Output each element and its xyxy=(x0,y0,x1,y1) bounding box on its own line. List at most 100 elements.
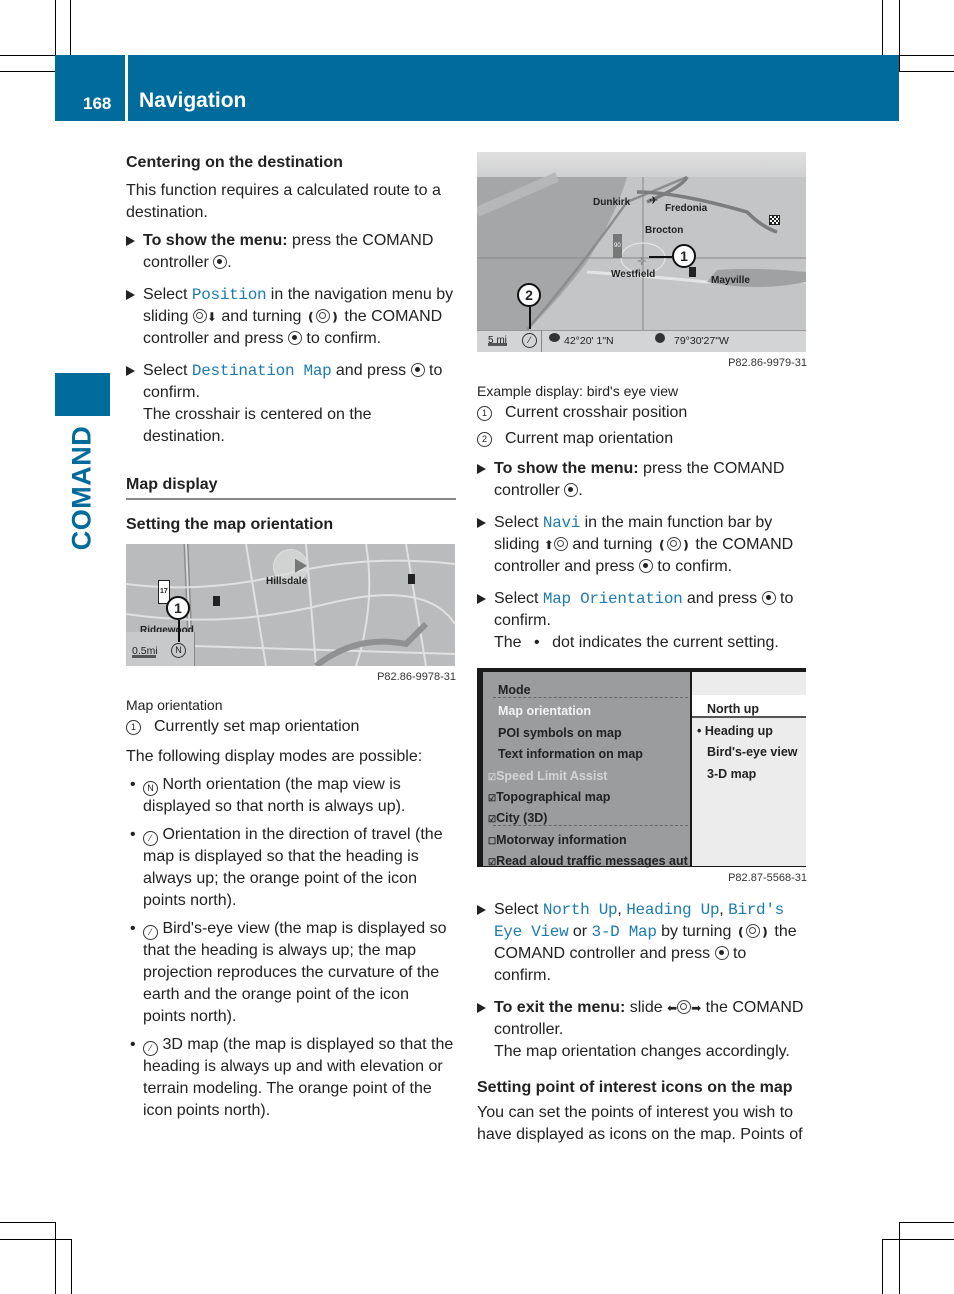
poi-text: You can set the points of interest you w… xyxy=(477,1104,803,1143)
controller-press-icon xyxy=(564,483,579,497)
mode-item: • ⁄ Bird's-eye view (the map is displayed… xyxy=(130,920,447,1025)
mode-item: • ⁄ 3D map (the map is displayed so that … xyxy=(130,1036,454,1119)
step-show-menu: To show the menu: press the COMAND contr… xyxy=(477,458,807,502)
menu-item-read-aloud-traffic[interactable]: ☑Read aloud traffic messages aut xyxy=(488,850,688,873)
option-code-north-up: North Up xyxy=(542,901,618,919)
selected-dot-icon: • xyxy=(697,724,705,738)
option-heading-up[interactable]: • Heading up xyxy=(697,720,773,742)
step-result-note: The crosshair is centered on the destina… xyxy=(143,406,372,445)
controller-turn-icon xyxy=(666,537,681,551)
menu-item-map-orientation[interactable]: Map orientation xyxy=(498,700,591,722)
latitude-readout: 42°20' 1"N xyxy=(564,335,614,347)
step-select-map-orientation: Select Map Orientation and press to conf… xyxy=(477,588,807,654)
menu-item-text-information[interactable]: Text information on map xyxy=(498,743,643,765)
figure-caption: Example display: bird's eye view xyxy=(477,383,679,399)
step-select-navi: Select Navi in the main function bar by … xyxy=(477,512,807,578)
turn-left-icon: ❪ xyxy=(305,310,316,324)
heading-map-display: Map display xyxy=(126,474,456,500)
menu-divider xyxy=(493,825,688,826)
option-3d-map[interactable]: 3-D map xyxy=(707,763,756,785)
crop-mark xyxy=(899,55,954,56)
turn-right-icon: ❫ xyxy=(329,310,340,324)
arrow-up-icon: ⬆ xyxy=(543,538,554,552)
callout-2: 2 xyxy=(517,283,541,307)
centering-intro: This function requires a calculated rout… xyxy=(126,182,441,221)
menu-item-position: Position xyxy=(191,286,267,304)
latitude-icon xyxy=(549,333,560,342)
callout-1: 1 xyxy=(672,244,696,268)
option-birdseye-view[interactable]: Bird's-eye view xyxy=(707,741,798,763)
callout-line xyxy=(178,620,180,642)
callout-line xyxy=(529,307,531,329)
option-code-3d-map: 3-D Map xyxy=(591,923,657,941)
arrow-right-icon: ➡ xyxy=(691,1001,702,1015)
right-column: ✛ Dunkirk Fredonia Brocton Westfield May… xyxy=(477,152,807,1146)
map-label-westfield: Westfield xyxy=(611,269,656,280)
map-label-hillsdale: Hillsdale xyxy=(266,576,308,587)
scale-bar xyxy=(488,343,507,346)
step-arrow-icon xyxy=(477,1003,486,1013)
controller-turn-icon xyxy=(745,924,760,938)
fuel-station-icon xyxy=(689,267,696,277)
longitude-icon xyxy=(655,333,665,343)
step-arrow-icon xyxy=(126,366,135,376)
menu-item-motorway-information[interactable]: ☐Motorway information xyxy=(488,829,627,852)
menu-item-speed-limit-assist[interactable]: ☑Speed Limit Assist xyxy=(488,765,607,788)
step-show-menu: To show the menu: press the COMAND contr… xyxy=(126,230,456,274)
fuel-station-icon xyxy=(213,596,220,606)
page-number: 168 xyxy=(83,94,112,113)
crop-mark xyxy=(0,71,55,72)
figure-caption: Map orientation xyxy=(126,697,223,713)
option-code-heading-up: Heading Up xyxy=(626,901,720,919)
figure-code: P82.86-9979-31 xyxy=(728,357,807,369)
controller-press-icon xyxy=(714,946,729,960)
checkbox-icon: ☑ xyxy=(488,814,497,824)
checkbox-icon: ☐ xyxy=(488,836,497,846)
menu-screenshot: Mode Map orientation POI symbols on map … xyxy=(477,668,806,868)
heading-orientation-icon: ⁄ xyxy=(143,831,158,846)
map-label-fredonia: Fredonia xyxy=(665,203,708,214)
crop-mark xyxy=(0,1239,71,1240)
menu-item-city-3d[interactable]: ☑City (3D) xyxy=(488,807,547,830)
checkbox-icon: ☑ xyxy=(488,772,497,782)
crop-mark xyxy=(0,1222,55,1223)
map-scale: 5 mi xyxy=(488,335,507,346)
scale-bar xyxy=(132,655,156,658)
crop-mark xyxy=(882,0,883,55)
controller-press-icon xyxy=(410,363,425,377)
crop-mark xyxy=(882,1239,883,1294)
left-column: Centering on the destination This functi… xyxy=(126,152,456,1122)
airport-icon: ✈ xyxy=(649,195,659,207)
step-result-note: The map orientation changes accordingly. xyxy=(494,1043,790,1060)
menu-options-panel: North up • Heading up Bird's-eye view 3-… xyxy=(692,672,806,866)
legend-item: 1 Current crosshair position xyxy=(477,402,807,424)
header-divider xyxy=(125,55,128,121)
controller-slide-icon xyxy=(553,537,568,551)
menu-item-navi: Navi xyxy=(542,514,581,532)
north-orientation-icon: N xyxy=(143,781,158,796)
menu-item-poi-symbols[interactable]: POI symbols on map xyxy=(498,722,622,744)
crop-mark xyxy=(882,1239,954,1240)
mode-item: • N North orientation (the map view is di… xyxy=(130,776,406,815)
step-arrow-icon xyxy=(477,594,486,604)
step-exit-menu: To exit the menu: slide ⬅ ➡ the COMAND co… xyxy=(477,997,807,1063)
controller-press-icon xyxy=(638,559,653,573)
side-tab-marker xyxy=(55,373,110,416)
checkbox-icon: ☑ xyxy=(488,857,497,867)
modes-intro: The following display modes are possible… xyxy=(126,748,423,765)
crop-mark xyxy=(899,0,900,71)
legend-number: 1 xyxy=(126,719,141,735)
crop-mark xyxy=(55,0,56,55)
menu-item-topographical-map[interactable]: ☑Topographical map xyxy=(488,786,610,809)
fuel-station-icon xyxy=(408,574,415,584)
map-label-dunkirk: Dunkirk xyxy=(593,197,631,208)
north-orientation-icon: N xyxy=(171,643,186,658)
legend-item: 2 Current map orientation xyxy=(477,428,807,450)
option-north-up[interactable]: North up xyxy=(707,698,759,720)
legend-item: 1 Currently set map orientation xyxy=(126,716,456,738)
heading-centering: Centering on the destination xyxy=(126,154,343,171)
heading-poi-icons: Setting point of interest icons on the m… xyxy=(477,1079,793,1096)
heading-setting-map-orientation: Setting the map orientation xyxy=(126,516,334,533)
crop-mark xyxy=(899,1222,900,1294)
interstate-shield-icon: 90 xyxy=(613,234,622,258)
